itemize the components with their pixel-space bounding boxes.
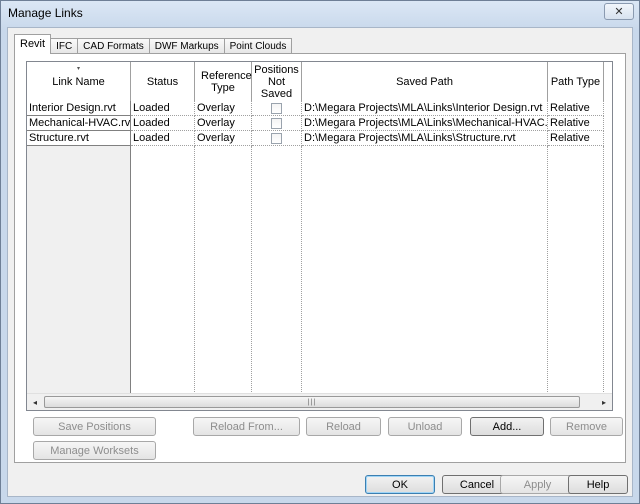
status-cell[interactable]: Loaded	[131, 101, 195, 116]
tab-strip: Revit IFC CAD Formats DWF Markups Point …	[14, 34, 293, 54]
revit-tab-panel: ▾ Link Name Status Reference Type Positi…	[14, 53, 626, 463]
apply-button[interactable]: Apply	[500, 475, 575, 494]
column-label: Link Name	[52, 75, 105, 88]
column-header-positions-not-saved[interactable]: Positions Not Saved	[252, 62, 302, 101]
tab-ifc[interactable]: IFC	[50, 38, 79, 54]
grid-body: Interior Design.rvt Loaded Overlay D:\Me…	[27, 101, 604, 146]
scrollbar-grip-icon: |||	[307, 398, 317, 406]
row-header-empty-area	[27, 146, 131, 396]
column-header-link-name[interactable]: ▾ Link Name	[27, 62, 131, 101]
saved-path-cell[interactable]: D:\Megara Projects\MLA\Links\Mechanical-…	[302, 116, 548, 131]
reload-button[interactable]: Reload	[306, 417, 381, 436]
unload-button[interactable]: Unload	[388, 417, 462, 436]
column-label: Status	[146, 75, 179, 88]
manage-links-dialog: Manage Links ✕ Revit IFC CAD Formats DWF…	[0, 0, 640, 504]
reference-type-cell[interactable]: Overlay	[195, 116, 252, 131]
column-divider	[548, 146, 604, 396]
table-row[interactable]: Mechanical-HVAC.rvt Loaded Overlay D:\Me…	[27, 116, 604, 131]
tab-dwf-markups[interactable]: DWF Markups	[148, 38, 225, 54]
saved-path-cell[interactable]: D:\Megara Projects\MLA\Links\Structure.r…	[302, 131, 548, 146]
positions-not-saved-checkbox[interactable]	[271, 132, 282, 144]
save-positions-button[interactable]: Save Positions	[33, 417, 156, 436]
manage-worksets-button[interactable]: Manage Worksets	[33, 441, 156, 460]
remove-button[interactable]: Remove	[550, 417, 623, 436]
column-divider	[131, 146, 195, 396]
reload-from-button[interactable]: Reload From...	[193, 417, 300, 436]
table-row[interactable]: Structure.rvt Loaded Overlay D:\Megara P…	[27, 131, 604, 146]
positions-not-saved-cell	[252, 101, 302, 116]
link-name-cell[interactable]: Mechanical-HVAC.rvt	[27, 116, 131, 131]
positions-not-saved-cell	[252, 131, 302, 146]
scroll-left-icon[interactable]: ◂	[28, 396, 42, 409]
column-header-saved-path[interactable]: Saved Path	[302, 62, 548, 101]
help-button[interactable]: Help	[568, 475, 628, 494]
close-icon: ✕	[614, 6, 624, 18]
reference-type-cell[interactable]: Overlay	[195, 101, 252, 116]
tab-cad-formats[interactable]: CAD Formats	[77, 38, 150, 54]
reference-type-cell[interactable]: Overlay	[195, 131, 252, 146]
tab-revit[interactable]: Revit	[14, 34, 52, 54]
positions-not-saved-cell	[252, 116, 302, 131]
link-name-cell[interactable]: Structure.rvt	[27, 131, 131, 146]
column-divider	[302, 146, 548, 396]
title-bar: Manage Links ✕	[1, 1, 639, 25]
links-grid: ▾ Link Name Status Reference Type Positi…	[26, 61, 613, 411]
column-header-reference-type[interactable]: Reference Type	[195, 62, 252, 101]
status-cell[interactable]: Loaded	[131, 116, 195, 131]
positions-not-saved-checkbox[interactable]	[271, 102, 282, 114]
add-button[interactable]: Add...	[470, 417, 544, 436]
close-button[interactable]: ✕	[604, 3, 634, 20]
column-divider	[195, 146, 252, 396]
sort-arrow-icon: ▾	[76, 66, 81, 72]
link-name-cell[interactable]: Interior Design.rvt	[27, 101, 131, 116]
column-divider	[252, 146, 302, 396]
table-row[interactable]: Interior Design.rvt Loaded Overlay D:\Me…	[27, 101, 604, 116]
path-type-cell[interactable]: Relative	[548, 101, 604, 116]
scrollbar-thumb[interactable]: |||	[44, 396, 580, 408]
scroll-right-icon[interactable]: ▸	[597, 396, 611, 409]
saved-path-cell[interactable]: D:\Megara Projects\MLA\Links\Interior De…	[302, 101, 548, 116]
path-type-cell[interactable]: Relative	[548, 131, 604, 146]
status-cell[interactable]: Loaded	[131, 131, 195, 146]
path-type-cell[interactable]: Relative	[548, 116, 604, 131]
horizontal-scrollbar[interactable]: ◂ ||| ▸	[27, 393, 612, 410]
column-header-path-type[interactable]: Path Type	[548, 62, 604, 101]
column-label: Reference Type	[201, 69, 252, 94]
tab-point-clouds[interactable]: Point Clouds	[223, 38, 293, 54]
grid-header: ▾ Link Name Status Reference Type Positi…	[27, 62, 604, 101]
dialog-client-area: Revit IFC CAD Formats DWF Markups Point …	[7, 27, 633, 497]
column-label: Path Type	[550, 75, 601, 88]
column-label: Positions Not Saved	[254, 63, 299, 100]
dialog-title: Manage Links	[8, 6, 83, 20]
column-label: Saved Path	[396, 75, 453, 88]
column-header-status[interactable]: Status	[131, 62, 195, 101]
positions-not-saved-checkbox[interactable]	[271, 117, 282, 129]
ok-button[interactable]: OK	[365, 475, 435, 494]
